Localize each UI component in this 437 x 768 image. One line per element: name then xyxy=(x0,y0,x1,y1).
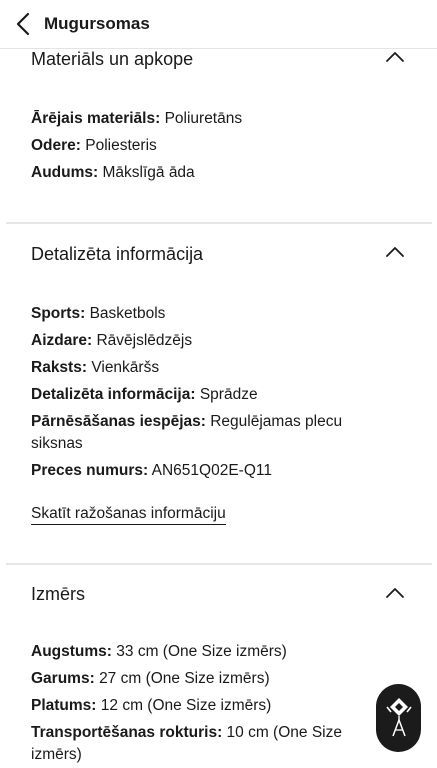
spec-row: Sports: Basketbols xyxy=(31,303,371,325)
spec-label: Detalizēta informācija: xyxy=(31,386,196,403)
assistant-button[interactable] xyxy=(376,684,421,752)
spec-value: Basketbols xyxy=(89,305,166,322)
collapse-details-button[interactable] xyxy=(382,241,408,263)
spec-label: Aizdare: xyxy=(31,332,93,349)
page-title: Mugursomas xyxy=(44,14,150,33)
spec-row: Pārnēsāšanas iespējas: Regulējamas plecu… xyxy=(31,411,361,455)
spec-value: Mākslīgā āda xyxy=(102,164,195,181)
section-title-details[interactable]: Detalizēta informācija xyxy=(31,244,203,265)
spec-label: Transportēšanas rokturis: xyxy=(31,724,223,741)
spec-label: Odere: xyxy=(31,137,81,154)
spec-label: Garums: xyxy=(31,670,95,687)
spec-value: Rāvējslēdzējs xyxy=(96,332,193,349)
assistant-logo-icon xyxy=(385,698,412,737)
chevron-up-icon xyxy=(386,52,404,62)
spec-label: Ārējais materiāls: xyxy=(31,110,161,127)
spec-row: Garums: 27 cm (One Size izmērs) xyxy=(31,668,371,690)
chevron-left-icon xyxy=(16,12,30,36)
spec-label: Augstums: xyxy=(31,643,112,660)
chevron-up-icon xyxy=(386,588,404,598)
spec-row: Audums: Mākslīgā āda xyxy=(31,162,371,184)
spec-row: Preces numurs: AN651Q02E-Q11 xyxy=(31,460,371,482)
collapse-size-button[interactable] xyxy=(382,582,408,604)
spec-row: Platums: 12 cm (One Size izmērs) xyxy=(31,695,371,717)
spec-label: Preces numurs: xyxy=(31,462,149,479)
spec-label: Raksts: xyxy=(31,359,87,376)
production-info-link[interactable]: Skatīt ražošanas informāciju xyxy=(31,505,226,525)
section-divider xyxy=(6,222,432,224)
spec-row: Raksts: Vienkāršs xyxy=(31,357,371,379)
chevron-up-icon xyxy=(386,247,404,257)
top-bar: Mugursomas xyxy=(0,0,437,49)
spec-value: Vienkāršs xyxy=(91,359,160,376)
spec-value: Sprādze xyxy=(199,386,258,403)
spec-label: Sports: xyxy=(31,305,86,322)
spec-row: Detalizēta informācija: Sprādze xyxy=(31,384,371,406)
spec-row: Transportēšanas rokturis: 10 cm (One Siz… xyxy=(31,722,361,766)
spec-row: Augstums: 33 cm (One Size izmērs) xyxy=(31,641,371,663)
section-divider xyxy=(6,563,432,565)
spec-value: 27 cm (One Size izmērs) xyxy=(99,670,270,687)
spec-row: Odere: Poliesteris xyxy=(31,135,371,157)
spec-label: Platums: xyxy=(31,697,97,714)
spec-value: Poliesteris xyxy=(85,137,157,154)
collapse-materials-button[interactable] xyxy=(382,46,408,68)
spec-label: Pārnēsāšanas iespējas: xyxy=(31,413,206,430)
spec-label: Audums: xyxy=(31,164,99,181)
spec-row: Ārējais materiāls: Poliuretāns xyxy=(31,108,371,130)
spec-row: Aizdare: Rāvējslēdzējs xyxy=(31,330,371,352)
section-title-materials[interactable]: Materiāls un apkope xyxy=(31,49,193,70)
spec-value: Poliuretāns xyxy=(164,110,243,127)
section-title-size[interactable]: Izmērs xyxy=(31,584,85,605)
spec-value: 12 cm (One Size izmērs) xyxy=(100,697,272,714)
spec-value: AN651Q02E-Q11 xyxy=(151,462,272,479)
spec-value: 33 cm (One Size izmērs) xyxy=(116,643,287,660)
back-button[interactable] xyxy=(10,10,36,38)
